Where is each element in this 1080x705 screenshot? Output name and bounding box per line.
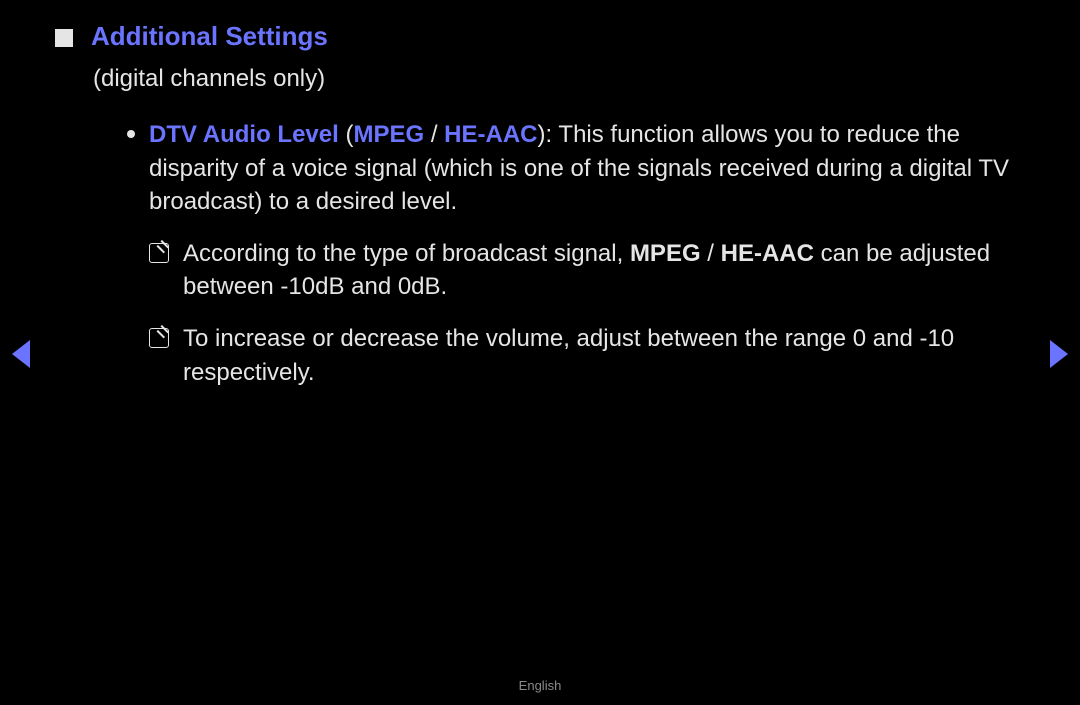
- setting-name: DTV Audio Level: [149, 121, 339, 148]
- note1-pre: According to the type of broadcast signa…: [183, 240, 630, 267]
- note-text-2: To increase or decrease the volume, adju…: [183, 322, 1025, 389]
- note-icon: [149, 328, 169, 348]
- paren-close: ):: [538, 121, 559, 148]
- round-bullet-icon: [127, 130, 135, 138]
- note1-mpeg: MPEG: [630, 240, 701, 267]
- option-mpeg: MPEG: [353, 121, 424, 148]
- paren-open: (: [339, 121, 354, 148]
- note-icon: [149, 243, 169, 263]
- note1-heaac: HE-AAC: [721, 240, 814, 267]
- content-area: Additional Settings (digital channels on…: [55, 18, 1025, 407]
- footer-language: English: [0, 677, 1080, 695]
- option-heaac: HE-AAC: [444, 121, 537, 148]
- setting-item: DTV Audio Level (MPEG / HE-AAC): This fu…: [127, 118, 1025, 219]
- manual-page: Additional Settings (digital channels on…: [0, 0, 1080, 705]
- next-page-arrow-icon[interactable]: [1050, 340, 1068, 368]
- section-header: Additional Settings: [55, 18, 1025, 54]
- square-bullet-icon: [55, 29, 73, 47]
- section-title: Additional Settings: [91, 18, 328, 54]
- setting-item-text: DTV Audio Level (MPEG / HE-AAC): This fu…: [149, 118, 1025, 219]
- option-separator: /: [424, 121, 444, 148]
- section-subtitle: (digital channels only): [93, 62, 1025, 96]
- note-item-2: To increase or decrease the volume, adju…: [149, 322, 1025, 389]
- note-item-1: According to the type of broadcast signa…: [149, 237, 1025, 304]
- settings-list: DTV Audio Level (MPEG / HE-AAC): This fu…: [127, 118, 1025, 389]
- note-text-1: According to the type of broadcast signa…: [183, 237, 1025, 304]
- prev-page-arrow-icon[interactable]: [12, 340, 30, 368]
- note1-sep: /: [701, 240, 721, 267]
